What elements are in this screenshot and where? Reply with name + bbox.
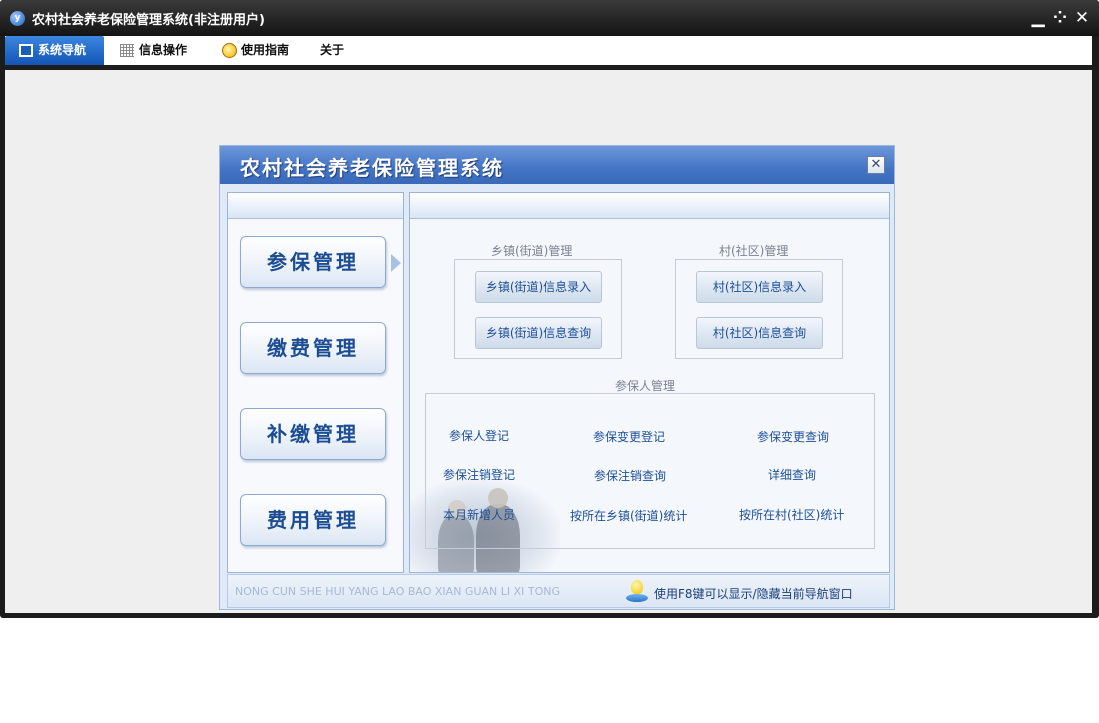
back-payment-management-button[interactable]: 补缴管理 (240, 408, 386, 460)
stats-by-town-link[interactable]: 按所在乡镇(街道)统计 (570, 507, 687, 524)
stats-by-village-link[interactable]: 按所在村(社区)统计 (739, 506, 844, 523)
town-info-query-button[interactable]: 乡镇(街道)信息查询 (475, 317, 602, 349)
dialog-status-bar: NONG CUN SHE HUI YANG LAO BAO XIAN GUAN … (227, 574, 890, 608)
maximize-icon[interactable]: ⁘ (1050, 6, 1070, 30)
payment-management-button[interactable]: 缴费管理 (240, 322, 386, 374)
insured-change-register-link[interactable]: 参保变更登记 (593, 428, 665, 445)
tab-label: 使用指南 (241, 43, 290, 57)
insured-cancel-register-link[interactable]: 参保注销登记 (443, 466, 515, 483)
window-title: 农村社会养老保险管理系统(非注册用户) (32, 13, 265, 28)
menu-bar: 系统导航 信息操作 使用指南 关于 (5, 36, 1092, 65)
dialog-close-icon[interactable]: ✕ (867, 156, 885, 174)
village-info-entry-button[interactable]: 村(社区)信息录入 (696, 271, 823, 303)
village-group-title: 村(社区)管理 (719, 244, 789, 258)
help-icon (222, 43, 237, 58)
insured-change-query-link[interactable]: 参保变更查询 (757, 428, 829, 445)
nav-panel: 参保管理 缴费管理 补缴管理 费用管理 (227, 192, 404, 573)
insured-cancel-query-link[interactable]: 参保注销查询 (594, 467, 666, 484)
bulb-base-shape (626, 594, 648, 602)
tab-system-navigation[interactable]: 系统导航 (5, 36, 104, 65)
tab-label: 信息操作 (139, 43, 188, 57)
function-panel-header (410, 193, 889, 219)
nav-panel-header (228, 193, 403, 219)
close-window-icon[interactable]: ✕ (1072, 6, 1092, 30)
pinyin-caption: NONG CUN SHE HUI YANG LAO BAO XIAN GUAN … (235, 585, 561, 598)
app-logo-icon: y (10, 11, 25, 26)
grid-icon (120, 44, 134, 57)
tab-info-operation[interactable]: 信息操作 (106, 36, 206, 65)
fee-management-button[interactable]: 费用管理 (240, 494, 386, 546)
title-bar[interactable]: y 农村社会养老保险管理系统(非注册用户) ▁ ⁘ ✕ (0, 0, 1099, 36)
town-info-entry-button[interactable]: 乡镇(街道)信息录入 (475, 271, 602, 303)
village-info-query-button[interactable]: 村(社区)信息查询 (696, 317, 823, 349)
minimize-icon[interactable]: ▁ (1028, 6, 1048, 30)
tab-about[interactable]: 关于 (308, 36, 360, 65)
navigation-dialog: 农村社会养老保险管理系统 ✕ 参保管理 缴费管理 补缴管理 费用管理 乡镇(街道… (219, 145, 895, 610)
dialog-title-bar[interactable]: 农村社会养老保险管理系统 ✕ (220, 146, 894, 184)
monthly-new-members-link[interactable]: 本月新增人员 (443, 506, 515, 523)
monitor-icon (19, 44, 33, 57)
bulb-shape (631, 580, 643, 594)
town-group-title: 乡镇(街道)管理 (491, 244, 573, 258)
insured-group-title: 参保人管理 (615, 379, 676, 393)
insured-register-link[interactable]: 参保人登记 (449, 427, 509, 444)
detailed-query-link[interactable]: 详细查询 (768, 466, 816, 483)
dialog-title: 农村社会养老保险管理系统 (240, 156, 504, 180)
tab-user-guide[interactable]: 使用指南 (208, 36, 308, 65)
lightbulb-icon (626, 580, 648, 604)
selected-arrow-icon (391, 254, 401, 272)
f8-hint-text: 使用F8键可以显示/隐藏当前导航窗口 (654, 587, 853, 601)
function-panel: 乡镇(街道)管理 乡镇(街道)信息录入 乡镇(街道)信息查询 村(社区)管理 村… (409, 192, 890, 573)
tab-label: 系统导航 (38, 43, 87, 57)
tab-label: 关于 (320, 43, 345, 57)
insurance-management-button[interactable]: 参保管理 (240, 236, 386, 288)
